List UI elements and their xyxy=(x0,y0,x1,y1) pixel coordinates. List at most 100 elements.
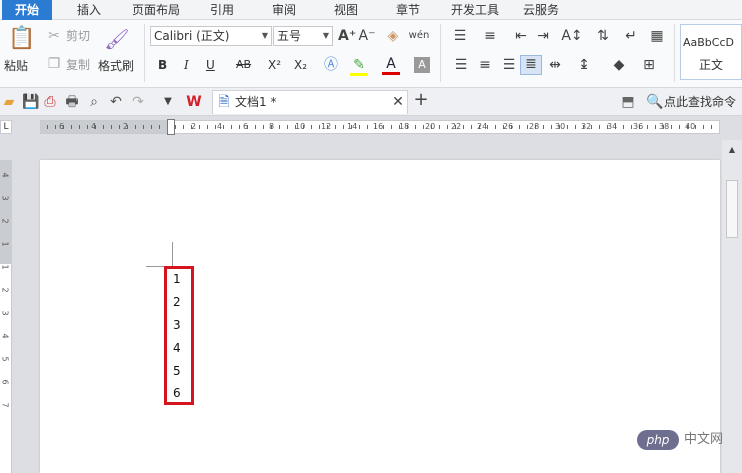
list-item[interactable]: 1 xyxy=(173,272,181,286)
document-icon: 🗎 xyxy=(218,94,230,110)
show-marks-icon[interactable]: ↵ xyxy=(622,28,640,44)
bold-button[interactable]: B xyxy=(158,57,167,73)
ruler-tick xyxy=(279,125,280,129)
ruler-tick xyxy=(207,125,208,129)
bullet-list-icon[interactable]: ☰ xyxy=(450,28,470,44)
decrease-indent-icon[interactable]: ⇤ xyxy=(512,28,530,44)
align-center-icon[interactable]: ≡ xyxy=(476,57,494,73)
change-case-icon[interactable]: A↕ xyxy=(560,28,584,44)
highlight-icon[interactable]: ✎ xyxy=(350,57,368,76)
ruler-number: 2 xyxy=(0,287,10,293)
search-icon[interactable]: 🔍 xyxy=(646,94,663,110)
ruler-number: 4 xyxy=(0,172,10,178)
style-preview: AaBbCcD xyxy=(683,36,734,49)
grow-font-icon[interactable]: A⁺ xyxy=(338,28,356,44)
tab-developer[interactable]: 开发工具 xyxy=(446,0,504,20)
scroll-up-icon[interactable]: ▲ xyxy=(726,142,738,158)
print-icon[interactable]: 🖶 xyxy=(64,94,80,110)
text-effect-icon[interactable]: Ⓐ xyxy=(322,57,340,73)
list-item[interactable]: 6 xyxy=(173,386,181,400)
superscript-button[interactable]: X² xyxy=(268,57,281,73)
copy-icon[interactable]: ❐ xyxy=(46,56,62,72)
borders-icon[interactable]: ⊞ xyxy=(640,57,658,73)
numbered-list-icon[interactable]: ≡ xyxy=(480,28,500,44)
ruler-number: 2 xyxy=(0,218,10,224)
format-painter-button[interactable]: 格式刷 xyxy=(98,58,134,74)
redo-icon[interactable]: ↷ xyxy=(130,94,146,110)
ruler-tick xyxy=(711,125,712,129)
char-shading-icon[interactable]: A xyxy=(414,57,430,73)
undo-icon[interactable]: ↶ xyxy=(108,94,124,110)
ruler-number: 28 xyxy=(529,122,540,131)
format-painter-icon[interactable]: 🖌 xyxy=(104,26,130,52)
ruler-number: 14 xyxy=(347,122,358,131)
ribbon-home: 📋 粘贴 ✂ 剪切 ❐ 复制 🖌 格式刷 Calibri (正文) ▼ 五号 ▼ A… xyxy=(0,20,742,88)
list-item[interactable]: 5 xyxy=(173,364,181,378)
tab-review[interactable]: 审阅 xyxy=(262,0,306,20)
style-normal[interactable]: 正文 xyxy=(699,57,723,73)
tab-insert[interactable]: 插入 xyxy=(66,0,112,20)
tab-page-layout[interactable]: 页面布局 xyxy=(126,0,186,20)
tab-view[interactable]: 视图 xyxy=(324,0,368,20)
subscript-button[interactable]: X₂ xyxy=(294,57,307,73)
scissors-icon[interactable]: ✂ xyxy=(46,28,62,44)
font-size-select[interactable]: 五号 ▼ xyxy=(273,26,333,46)
sort-icon[interactable]: ⇅ xyxy=(594,28,612,44)
pinyin-guide-icon[interactable]: wén xyxy=(408,28,430,44)
tab-home[interactable]: 开始 xyxy=(2,0,52,20)
cut-button[interactable]: 剪切 xyxy=(66,28,90,44)
open-folder-icon[interactable]: ▰ xyxy=(0,94,18,110)
paste-icon[interactable]: 📋 xyxy=(8,26,35,52)
list-item[interactable]: 3 xyxy=(173,318,181,332)
ruler-tick xyxy=(103,125,104,129)
list-item[interactable]: 2 xyxy=(173,295,181,309)
shrink-font-icon[interactable]: A⁻ xyxy=(358,28,376,44)
ruler-number: 12 xyxy=(321,122,332,131)
print-preview-icon[interactable]: ⌕ xyxy=(86,94,102,110)
style-gallery[interactable]: AaBbCcD 正文 xyxy=(680,24,742,80)
new-tab-icon[interactable]: + xyxy=(412,91,430,109)
font-name-select[interactable]: Calibri (正文) ▼ xyxy=(150,26,272,46)
shading-icon[interactable]: ◆ xyxy=(608,57,630,73)
increase-indent-icon[interactable]: ⇥ xyxy=(534,28,552,44)
ruler-tick xyxy=(343,125,344,129)
justify-icon[interactable]: ≣ xyxy=(520,55,542,75)
tab-references[interactable]: 引用 xyxy=(200,0,244,20)
save-icon[interactable]: 💾 xyxy=(22,94,39,110)
italic-button[interactable]: I xyxy=(184,57,189,73)
indent-marker[interactable] xyxy=(167,119,175,135)
copy-button[interactable]: 复制 xyxy=(66,57,90,73)
tab-cloud[interactable]: 云服务 xyxy=(516,0,566,20)
vertical-scrollbar[interactable]: ▲ xyxy=(722,140,742,473)
close-icon[interactable]: ✕ xyxy=(391,94,405,110)
export-pdf-icon[interactable]: ⎙ xyxy=(42,94,58,110)
document-page[interactable] xyxy=(40,160,720,473)
ruler-number: 2 xyxy=(123,122,129,131)
tab-stop-selector[interactable]: L xyxy=(0,120,12,134)
wps-logo-icon[interactable]: W xyxy=(184,94,204,110)
document-tab[interactable]: 🗎 文档1 * ✕ xyxy=(212,90,408,114)
ruler-tick xyxy=(319,125,320,129)
align-right-icon[interactable]: ☰ xyxy=(500,57,518,73)
list-item[interactable]: 4 xyxy=(173,341,181,355)
ruler-tick xyxy=(255,125,256,129)
ruler-tick xyxy=(119,125,120,129)
font-color-icon[interactable]: A xyxy=(382,56,400,75)
paste-button[interactable]: 粘贴 xyxy=(4,58,28,74)
ruler-number: 4 xyxy=(0,333,10,339)
tab-section[interactable]: 章节 xyxy=(386,0,430,20)
table-icon[interactable]: ▦ xyxy=(648,28,666,44)
collapse-ribbon-icon[interactable]: ⬒ xyxy=(620,94,636,110)
ruler-number: 20 xyxy=(425,122,436,131)
customize-menu-icon[interactable]: ▼ xyxy=(160,94,176,110)
clear-format-icon[interactable]: ◈ xyxy=(384,28,402,44)
line-spacing-icon[interactable]: ↨ xyxy=(574,57,594,73)
scrollbar-thumb[interactable] xyxy=(726,180,738,238)
align-left-icon[interactable]: ☰ xyxy=(452,57,470,73)
distribute-icon[interactable]: ⇹ xyxy=(546,57,564,73)
horizontal-ruler[interactable]: 6 4 2 2 4 6 8 10 12 14 16 18 20 22 24 26 28 30 32 34 36 38 40 xyxy=(40,119,720,135)
strikethrough-button[interactable]: AB xyxy=(236,57,251,73)
underline-button[interactable]: U xyxy=(206,57,215,73)
vertical-ruler[interactable]: 4 3 2 1 1 2 3 4 5 6 7 xyxy=(0,160,12,473)
command-search-input[interactable]: 点此查找命令 xyxy=(664,94,736,110)
